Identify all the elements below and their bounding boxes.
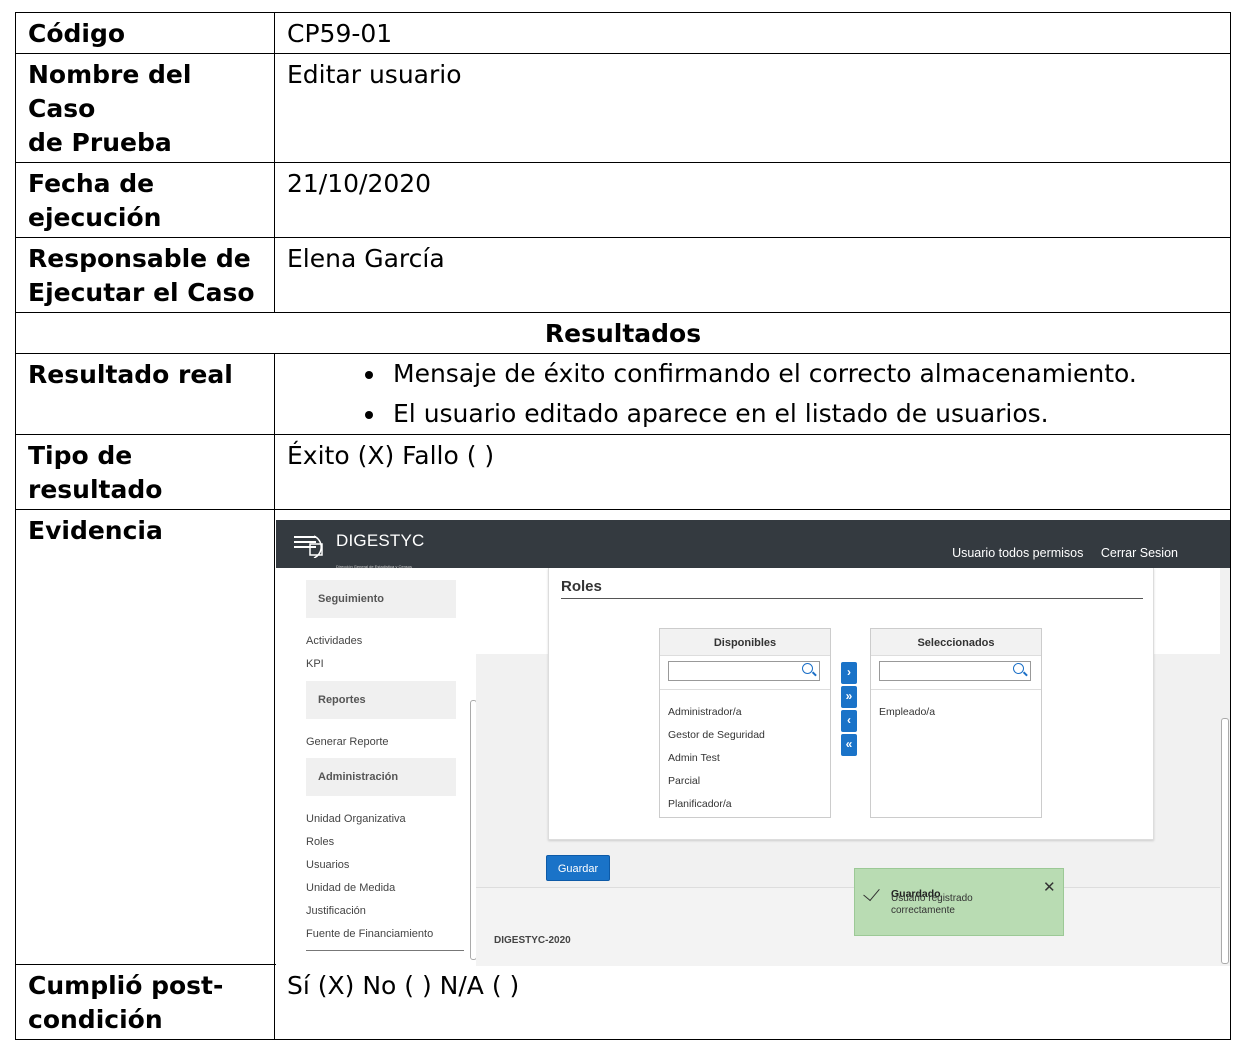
value-cumplio: Sí (X) No ( ) N/A ( ) — [274, 964, 1231, 1040]
resultados-header: Resultados — [15, 312, 1231, 354]
value-fecha: 21/10/2020 — [274, 162, 1231, 238]
resultado-item: Mensaje de éxito confirmando el correcto… — [387, 354, 1218, 394]
label-evidencia: Evidencia — [15, 509, 275, 965]
label-cumplio-line1: Cumplió post- — [28, 971, 224, 1000]
success-toast: Guardado Usuario registrado correctament… — [854, 868, 1064, 936]
label-nombre-line1: Nombre del Caso — [28, 60, 192, 123]
seleccionados-search-input[interactable] — [879, 661, 1031, 681]
label-nombre: Nombre del Caso de Prueba — [15, 53, 275, 163]
move-all-left-button[interactable]: « — [841, 734, 857, 756]
move-right-button[interactable]: › — [841, 662, 857, 684]
disponibles-divider — [660, 689, 830, 690]
label-fecha-line1: Fecha de — [28, 169, 155, 198]
label-cumplio-line2: condición — [28, 1005, 163, 1034]
label-nombre-line2: de Prueba — [28, 128, 172, 157]
resultado-list: Mensaje de éxito confirmando el correcto… — [287, 354, 1218, 434]
sidebar-item-kpi[interactable]: KPI — [306, 647, 324, 681]
value-nombre: Editar usuario — [274, 53, 1231, 163]
sidebar-section-reportes[interactable]: Reportes — [306, 681, 456, 719]
seleccionados-divider — [871, 689, 1041, 690]
search-icon — [1013, 663, 1024, 674]
list-item[interactable]: Planificador/a — [668, 787, 732, 821]
app-sidebar: Seguimiento Actividades KPI Reportes Gen… — [276, 568, 477, 966]
app-footer: DIGESTYC-2020 — [476, 887, 1220, 966]
logout-link[interactable]: Cerrar Sesion — [1101, 546, 1178, 560]
row-resultados-header: Resultados — [15, 312, 1231, 354]
disponibles-header: Disponibles — [660, 629, 830, 656]
digestyc-logo-icon — [294, 535, 323, 558]
row-tipo: Tipo de resultado Éxito (X) Fallo ( ) — [15, 434, 1231, 510]
disponibles-listbox: Disponibles Administrador/a Gestor de Se… — [659, 628, 831, 818]
user-link[interactable]: Usuario todos permisos — [952, 546, 1083, 560]
sidebar-divider — [306, 950, 464, 951]
row-responsable: Responsable de Ejecutar el Caso Elena Ga… — [15, 237, 1231, 313]
list-item[interactable]: Empleado/a — [879, 695, 935, 729]
label-fecha-line1-wrap: Fecha de — [28, 167, 262, 201]
label-codigo: Código — [15, 12, 275, 54]
save-button[interactable]: Guardar — [546, 855, 610, 881]
disponibles-search-input[interactable] — [668, 661, 820, 681]
sidebar-item-fuente[interactable]: Fuente de Financiamiento — [306, 917, 433, 951]
main-scrollbar[interactable] — [1221, 718, 1229, 964]
search-icon — [802, 663, 813, 674]
sidebar-item-generar-reporte[interactable]: Generar Reporte — [306, 725, 389, 759]
move-all-right-button[interactable]: » — [841, 686, 857, 708]
value-codigo: CP59-01 — [274, 12, 1231, 54]
card-divider — [561, 598, 1143, 599]
value-evidencia: DIGESTYC Dirección General de Estadístic… — [274, 509, 1231, 966]
seleccionados-listbox: Seleccionados Empleado/a — [870, 628, 1042, 818]
sidebar-section-seguimiento[interactable]: Seguimiento — [306, 580, 456, 618]
main-content: Roles Disponibles Administrador/a Gestor… — [476, 568, 1230, 966]
row-fecha: Fecha de ejecución 21/10/2020 — [15, 162, 1231, 238]
app-topbar: DIGESTYC Dirección General de Estadístic… — [276, 520, 1230, 570]
check-icon — [863, 883, 880, 902]
value-tipo: Éxito (X) Fallo ( ) — [274, 434, 1231, 510]
row-nombre: Nombre del Caso de Prueba Editar usuario — [15, 53, 1231, 163]
row-resultado-real: Resultado real Mensaje de éxito confirma… — [15, 353, 1231, 435]
toast-message: Usuario registrado correctamente — [891, 893, 973, 916]
label-responsable-line2: Ejecutar el Caso — [28, 278, 255, 307]
value-resultado-real: Mensaje de éxito confirmando el correcto… — [274, 353, 1231, 435]
close-icon[interactable]: ✕ — [1043, 871, 1056, 905]
row-cumplio: Cumplió post- condición Sí (X) No ( ) N/… — [15, 964, 1231, 1040]
label-cumplio: Cumplió post- condición — [15, 964, 275, 1040]
resultado-item: El usuario editado aparece en el listado… — [387, 394, 1218, 434]
top-links: Usuario todos permisos Cerrar Sesion — [938, 536, 1178, 570]
test-case-table: Código CP59-01 Nombre del Caso de Prueba… — [15, 12, 1231, 1040]
label-responsable-line1: Responsable de — [28, 244, 251, 273]
brand-name[interactable]: DIGESTYC — [336, 532, 425, 550]
sidebar-section-administracion[interactable]: Administración — [306, 758, 456, 796]
row-evidencia: Evidencia DIGESTYC Dirección General de … — [15, 509, 1231, 966]
label-tipo: Tipo de resultado — [15, 434, 275, 510]
value-responsable: Elena García — [274, 237, 1231, 313]
roles-card: Roles Disponibles Administrador/a Gestor… — [548, 568, 1154, 840]
move-left-button[interactable]: ‹ — [841, 710, 857, 732]
label-fecha: Fecha de ejecución — [15, 162, 275, 238]
seleccionados-header: Seleccionados — [871, 629, 1041, 656]
label-fecha-line2: ejecución — [28, 203, 162, 232]
label-resultado-real: Resultado real — [15, 353, 275, 435]
footer-text: DIGESTYC-2020 — [494, 935, 571, 946]
label-responsable: Responsable de Ejecutar el Caso — [15, 237, 275, 313]
row-codigo: Código CP59-01 — [15, 12, 1231, 54]
evidence-screenshot: DIGESTYC Dirección General de Estadístic… — [276, 520, 1230, 966]
